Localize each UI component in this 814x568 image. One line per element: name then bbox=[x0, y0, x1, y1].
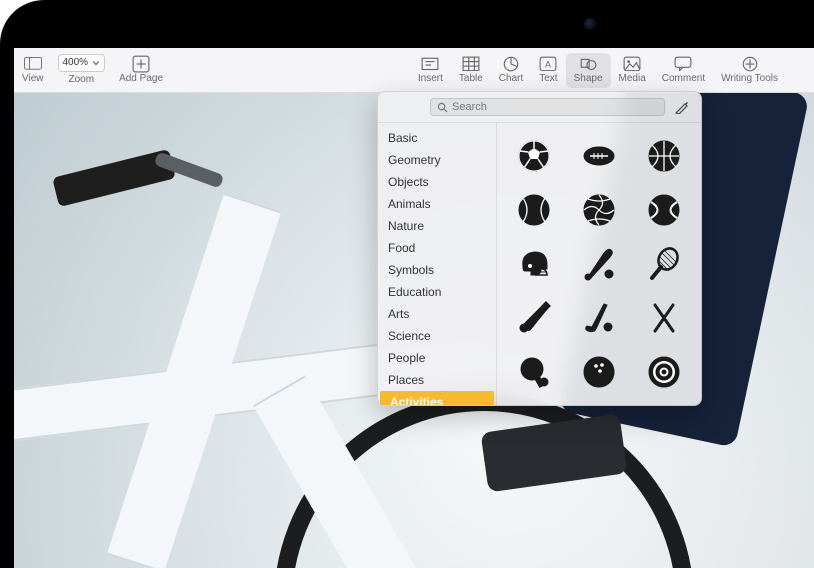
add-page-button[interactable]: Add Page bbox=[111, 53, 171, 88]
category-activities[interactable]: Activities bbox=[380, 391, 494, 405]
shape-icon bbox=[579, 57, 597, 71]
category-arts[interactable]: Arts bbox=[378, 303, 496, 325]
category-nature[interactable]: Nature bbox=[378, 215, 496, 237]
target-icon bbox=[647, 355, 681, 389]
shape-tennis-racket[interactable] bbox=[634, 239, 695, 289]
shape-american-football[interactable] bbox=[568, 131, 629, 181]
text-button[interactable]: A Text bbox=[531, 53, 565, 88]
category-geometry[interactable]: Geometry bbox=[378, 149, 496, 171]
shape-football-helmet[interactable] bbox=[503, 239, 564, 289]
shape-button[interactable]: Shape bbox=[566, 53, 611, 88]
media-label: Media bbox=[619, 73, 646, 84]
shape-bicycle[interactable] bbox=[503, 401, 564, 405]
table-button[interactable]: Table bbox=[451, 53, 491, 88]
shape-label: Shape bbox=[574, 73, 603, 84]
device-camera bbox=[584, 18, 596, 30]
volleyball-icon bbox=[582, 193, 616, 227]
category-education[interactable]: Education bbox=[378, 281, 496, 303]
table-tennis-paddle-icon bbox=[517, 355, 551, 389]
toolbar: View 400% Zoom Add Page Insert Table bbox=[14, 48, 814, 93]
shape-baseball[interactable] bbox=[503, 185, 564, 235]
shape-grid[interactable] bbox=[496, 123, 701, 405]
shape-soccer-ball[interactable] bbox=[503, 131, 564, 181]
sparkle-icon bbox=[741, 57, 759, 71]
shape-bicycle[interactable] bbox=[568, 401, 629, 405]
insert-label: Insert bbox=[418, 73, 443, 84]
chart-icon bbox=[502, 57, 520, 71]
shape-bowling-ball[interactable] bbox=[568, 347, 629, 397]
insert-icon bbox=[421, 57, 439, 71]
shape-basketball[interactable] bbox=[634, 131, 695, 181]
media-icon bbox=[623, 57, 641, 71]
shape-skateboard[interactable] bbox=[634, 401, 695, 405]
shape-ski-poles[interactable] bbox=[634, 293, 695, 343]
shape-category-list[interactable]: BasicGeometryObjectsAnimalsNatureFoodSym… bbox=[378, 123, 496, 405]
tennis-ball-icon bbox=[647, 193, 681, 227]
shape-cricket-bat[interactable] bbox=[503, 293, 564, 343]
shape-target[interactable] bbox=[634, 347, 695, 397]
popover-header bbox=[378, 92, 701, 122]
category-food[interactable]: Food bbox=[378, 237, 496, 259]
category-symbols[interactable]: Symbols bbox=[378, 259, 496, 281]
category-science[interactable]: Science bbox=[378, 325, 496, 347]
shapes-popover: BasicGeometryObjectsAnimalsNatureFoodSym… bbox=[377, 91, 702, 406]
category-animals[interactable]: Animals bbox=[378, 193, 496, 215]
shape-tennis-ball[interactable] bbox=[634, 185, 695, 235]
shape-volleyball[interactable] bbox=[568, 185, 629, 235]
bowling-ball-icon bbox=[582, 355, 616, 389]
baseball-icon bbox=[517, 193, 551, 227]
category-basic[interactable]: Basic bbox=[378, 127, 496, 149]
shape-search-input[interactable] bbox=[452, 101, 658, 113]
writing-tools-label: Writing Tools bbox=[721, 73, 778, 84]
chart-button[interactable]: Chart bbox=[491, 53, 531, 88]
insert-button[interactable]: Insert bbox=[410, 53, 451, 88]
ski-poles-icon bbox=[647, 301, 681, 335]
category-objects[interactable]: Objects bbox=[378, 171, 496, 193]
writing-tools-button[interactable]: Writing Tools bbox=[713, 53, 786, 88]
american-football-icon bbox=[582, 139, 616, 173]
category-people[interactable]: People bbox=[378, 347, 496, 369]
shape-table-tennis-paddle[interactable] bbox=[503, 347, 564, 397]
chart-label: Chart bbox=[499, 73, 523, 84]
search-icon bbox=[437, 102, 448, 113]
plus-box-icon bbox=[132, 57, 150, 71]
view-button[interactable]: View bbox=[14, 53, 52, 88]
comment-button[interactable]: Comment bbox=[654, 53, 713, 88]
add-page-label: Add Page bbox=[119, 73, 163, 84]
shape-search-field[interactable] bbox=[430, 98, 665, 116]
shape-baseball-bat[interactable] bbox=[568, 239, 629, 289]
football-helmet-icon bbox=[517, 247, 551, 281]
view-label: View bbox=[22, 73, 44, 84]
comment-icon bbox=[674, 57, 692, 71]
soccer-ball-icon bbox=[517, 139, 551, 173]
zoom-button[interactable]: 400% Zoom bbox=[52, 52, 112, 89]
chevron-down-icon bbox=[92, 59, 100, 67]
basketball-icon bbox=[647, 139, 681, 173]
zoom-value: 400% bbox=[63, 57, 89, 68]
draw-shape-button[interactable] bbox=[671, 98, 693, 116]
text-label: Text bbox=[539, 73, 557, 84]
sidebar-icon bbox=[24, 57, 42, 71]
pen-icon bbox=[675, 100, 689, 114]
media-button[interactable]: Media bbox=[611, 53, 654, 88]
category-places[interactable]: Places bbox=[378, 369, 496, 391]
hockey-stick-icon bbox=[582, 301, 616, 335]
table-icon bbox=[462, 57, 480, 71]
shape-hockey-stick[interactable] bbox=[568, 293, 629, 343]
baseball-bat-icon bbox=[582, 247, 616, 281]
text-icon: A bbox=[539, 57, 557, 71]
table-label: Table bbox=[459, 73, 483, 84]
svg-text:A: A bbox=[545, 59, 551, 69]
cricket-bat-icon bbox=[517, 301, 551, 335]
zoom-label: Zoom bbox=[69, 74, 95, 85]
tennis-racket-icon bbox=[647, 247, 681, 281]
comment-label: Comment bbox=[662, 73, 705, 84]
